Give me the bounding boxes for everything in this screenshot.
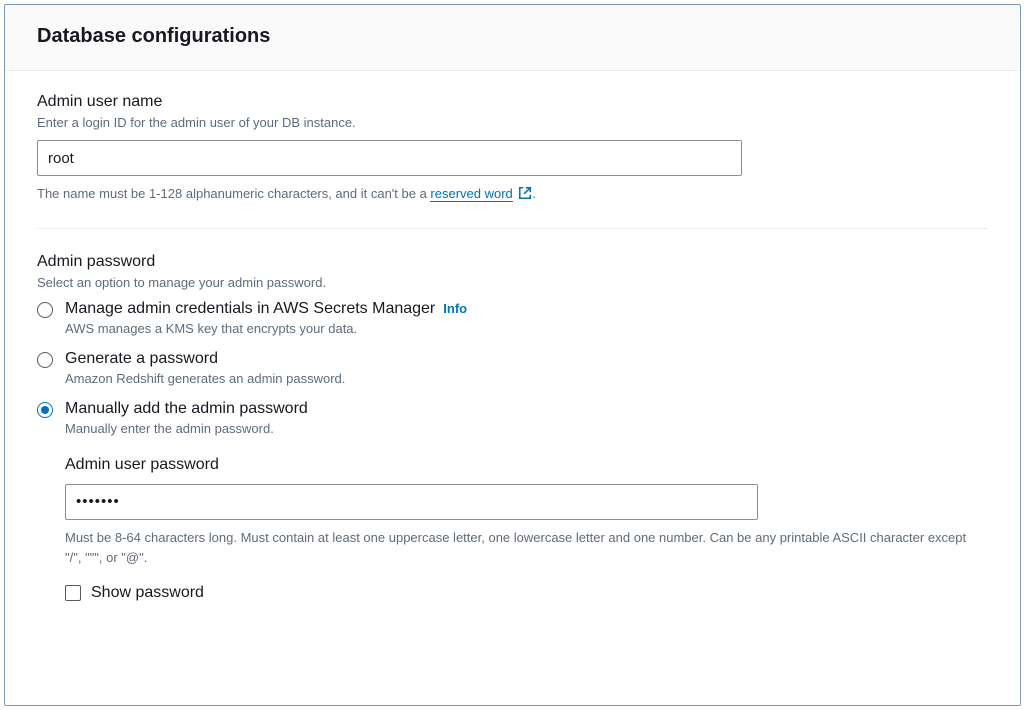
manual-password-subform: Admin user password Must be 8-64 charact… (65, 456, 988, 602)
admin-password-field: Admin password Select an option to manag… (37, 253, 988, 602)
radio-manual-title: Manually add the admin password (65, 400, 308, 417)
radio-secrets-manager-desc: AWS manages a KMS key that encrypts your… (65, 321, 988, 336)
reserved-word-link[interactable]: reserved word (430, 186, 512, 202)
admin-user-name-label: Admin user name (37, 93, 988, 111)
external-link-icon (518, 186, 532, 206)
admin-user-name-description: Enter a login ID for the admin user of y… (37, 115, 988, 130)
admin-user-name-input[interactable] (37, 140, 742, 176)
admin-password-label: Admin password (37, 253, 988, 271)
admin-password-description: Select an option to manage your admin pa… (37, 275, 988, 290)
panel-header: Database configurations (5, 5, 1020, 71)
show-password-label: Show password (91, 584, 204, 602)
radio-secrets-manager[interactable] (37, 302, 53, 318)
admin-user-name-field: Admin user name Enter a login ID for the… (37, 93, 988, 206)
radio-generate-title: Generate a password (65, 350, 218, 367)
admin-user-password-constraint: Must be 8-64 characters long. Must conta… (65, 528, 985, 568)
radio-option-secrets-manager[interactable]: Manage admin credentials in AWS Secrets … (37, 300, 988, 336)
show-password-checkbox[interactable] (65, 585, 81, 601)
radio-option-manual[interactable]: Manually add the admin password Manually… (37, 400, 988, 436)
radio-manual-desc: Manually enter the admin password. (65, 421, 988, 436)
show-password-row: Show password (65, 584, 988, 602)
constraint-text-pre: The name must be 1-128 alphanumeric char… (37, 186, 430, 201)
admin-user-password-label: Admin user password (65, 456, 988, 474)
admin-user-name-constraint: The name must be 1-128 alphanumeric char… (37, 184, 988, 206)
section-divider (37, 228, 988, 229)
radio-option-generate[interactable]: Generate a password Amazon Redshift gene… (37, 350, 988, 386)
radio-generate-desc: Amazon Redshift generates an admin passw… (65, 371, 988, 386)
admin-user-password-input[interactable] (65, 484, 758, 520)
panel-body: Admin user name Enter a login ID for the… (5, 71, 1020, 626)
info-link[interactable]: Info (443, 301, 467, 316)
radio-manual[interactable] (37, 402, 53, 418)
radio-secrets-manager-title: Manage admin credentials in AWS Secrets … (65, 300, 435, 318)
database-configurations-panel: Database configurations Admin user name … (4, 4, 1021, 706)
constraint-text-post: . (532, 186, 536, 201)
panel-title: Database configurations (37, 25, 988, 48)
radio-generate[interactable] (37, 352, 53, 368)
